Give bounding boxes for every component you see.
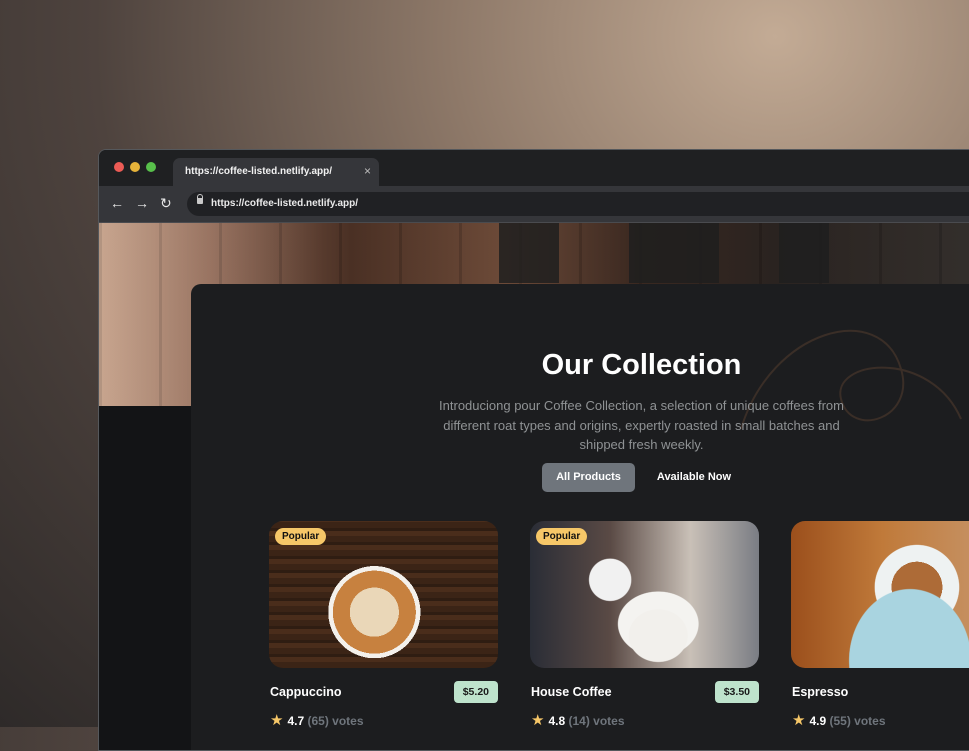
window-close-icon[interactable] — [114, 162, 124, 172]
tab-title: https://coffee-listed.netlify.app/ — [185, 166, 333, 177]
vote-count: (14) votes — [568, 714, 625, 728]
product-rating: ★ 4.8 (14) votes — [531, 711, 625, 729]
collection-description: Introduciong pour Coffee Collection, a s… — [439, 398, 844, 452]
price-tag: $5.20 — [453, 681, 498, 703]
window-minimize-icon[interactable] — [130, 162, 140, 172]
product-image[interactable] — [791, 521, 969, 668]
collection-panel: Our Collection Introduciong pour Coffee … — [191, 284, 969, 750]
popular-badge: Popular — [275, 528, 327, 545]
rating-value: 4.7 — [287, 714, 305, 728]
filter-all-products[interactable]: All Products — [542, 463, 635, 492]
browser-tab[interactable]: https://coffee-listed.netlify.app/ × — [173, 158, 379, 186]
window-maximize-icon[interactable] — [146, 162, 156, 172]
product-card-espresso[interactable]: Espresso ★ 4.9 (55) votes — [791, 521, 969, 729]
product-name: Espresso — [792, 685, 849, 699]
product-rating: ★ 4.9 (55) votes — [792, 711, 886, 729]
chalkboard-decoration — [629, 223, 719, 283]
forward-arrow-icon[interactable]: → — [135, 195, 149, 211]
chalkboard-decoration — [779, 223, 829, 283]
chalkboard-decoration — [499, 223, 559, 283]
price-tag: $3.50 — [714, 681, 759, 703]
product-image[interactable]: Popular — [530, 521, 759, 668]
page-title: Our Collection — [541, 349, 742, 381]
product-name: House Coffee — [531, 685, 612, 699]
star-icon: ★ — [531, 712, 545, 729]
product-rating: ★ 4.7 (65) votes — [270, 711, 364, 729]
popular-badge: Popular — [536, 528, 588, 545]
rating-value: 4.9 — [809, 714, 827, 728]
browser-window: https://coffee-listed.netlify.app/ × ← →… — [98, 149, 969, 751]
filter-available-now[interactable]: Available Now — [645, 463, 743, 492]
product-image[interactable]: Popular — [269, 521, 498, 668]
address-bar-row: ← → ↻ https://coffee-listed.netlify.app/ — [99, 186, 969, 223]
page-content: Our Collection Introduciong pour Coffee … — [99, 223, 969, 750]
tab-close-icon[interactable]: × — [364, 164, 371, 178]
url-text: https://coffee-listed.netlify.app/ — [211, 198, 359, 209]
reload-icon[interactable]: ↻ — [160, 195, 172, 212]
vote-count: (65) votes — [307, 714, 364, 728]
product-name: Cappuccino — [270, 685, 342, 699]
star-icon: ★ — [792, 712, 806, 729]
product-card-house-coffee[interactable]: Popular House Coffee $3.50 ★ 4.8 (14) vot… — [530, 521, 759, 729]
browser-titlebar: https://coffee-listed.netlify.app/ × — [99, 150, 969, 186]
rating-value: 4.8 — [548, 714, 566, 728]
vote-count: (55) votes — [829, 714, 886, 728]
star-icon: ★ — [270, 712, 284, 729]
lock-icon — [197, 194, 203, 204]
product-card-cappuccino[interactable]: Popular Cappuccino $5.20 ★ 4.7 (65) votes — [269, 521, 498, 729]
back-arrow-icon[interactable]: ← — [110, 195, 124, 211]
url-input[interactable]: https://coffee-listed.netlify.app/ — [187, 192, 969, 216]
